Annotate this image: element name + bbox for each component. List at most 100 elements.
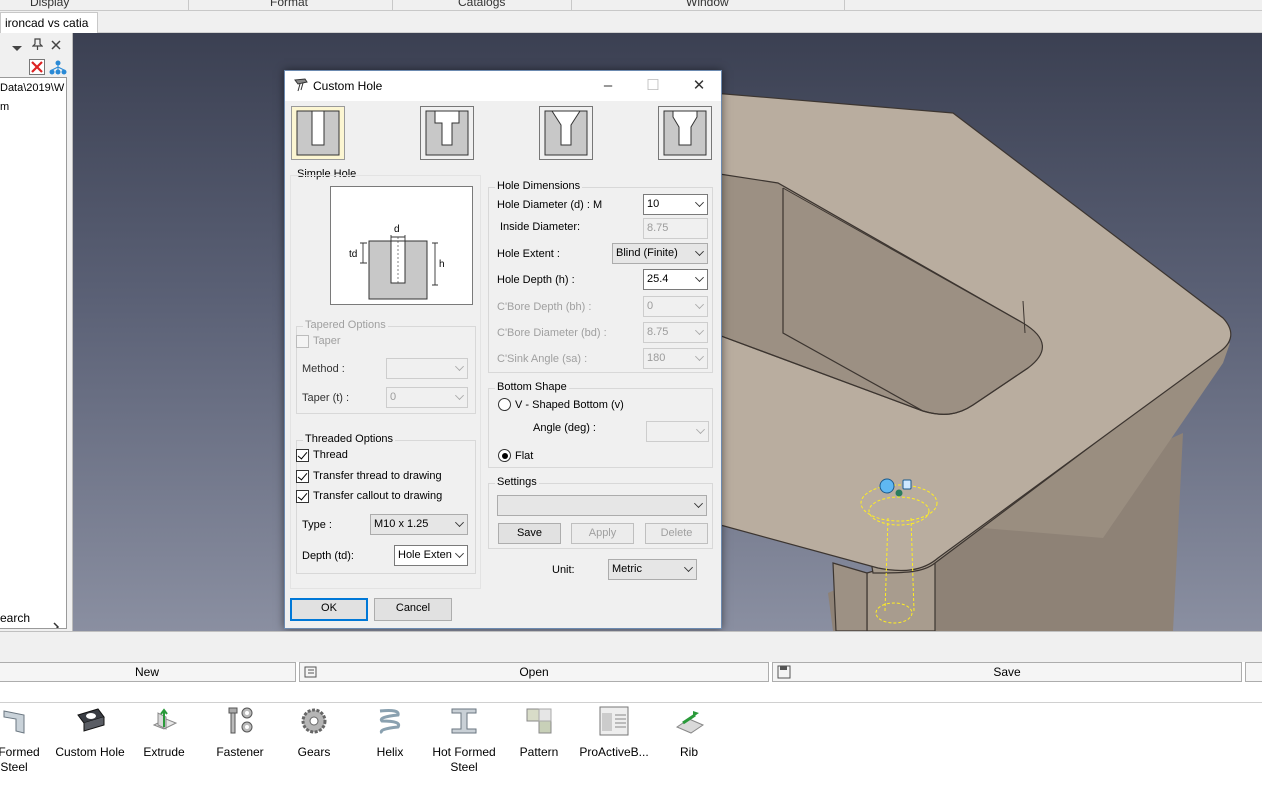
countersink-hole-button[interactable] <box>539 106 593 160</box>
inside-diameter-field: 8.75 <box>643 218 708 239</box>
catalog-item-proactive[interactable]: ProActiveB... <box>576 705 652 760</box>
taper-checkbox[interactable] <box>296 335 309 348</box>
unit-label: Unit: <box>552 564 575 576</box>
settings-delete-button[interactable]: Delete <box>645 523 708 544</box>
thread-type-select[interactable]: M10 x 1.25 <box>370 514 468 535</box>
scene-tree[interactable]: Data\2019\W m <box>0 77 67 629</box>
gears-icon <box>298 705 330 737</box>
dialog-title-bar[interactable]: Custom Hole – ☐ ✕ <box>285 71 721 101</box>
taper-t-select[interactable]: 0 <box>386 387 468 408</box>
v-shaped-bottom-radio[interactable] <box>498 398 511 411</box>
thread-depth-label: Depth (td): <box>302 550 354 562</box>
menu-window[interactable]: Window <box>686 0 729 9</box>
catalog-save-button[interactable]: Save <box>772 662 1242 682</box>
method-select[interactable] <box>386 358 468 379</box>
catalog-browser: d Formed Steel Custom Hole Extrude Faste… <box>0 702 1262 793</box>
minimize-icon[interactable]: – <box>593 75 623 97</box>
transfer-callout-label: Transfer callout to drawing <box>313 490 443 502</box>
threaded-options-label: Threaded Options <box>303 433 396 445</box>
hole-dimensions-label: Hole Dimensions <box>495 180 583 192</box>
pin-icon[interactable] <box>31 38 44 53</box>
anchor-handle-icon[interactable] <box>895 489 903 497</box>
settings-select[interactable] <box>497 495 707 516</box>
menu-catalogs[interactable]: Catalogs <box>458 0 505 9</box>
method-label: Method : <box>302 363 345 375</box>
proactive-icon <box>598 705 630 737</box>
inside-diameter-label: Inside Diameter: <box>500 221 581 233</box>
cbore-diameter-select[interactable]: 8.75 <box>643 322 708 343</box>
save-catalog-icon <box>777 665 791 684</box>
cold-formed-steel-icon <box>0 705 30 737</box>
panel-splitter[interactable] <box>0 631 1262 663</box>
settings-apply-button[interactable]: Apply <box>571 523 634 544</box>
settings-label: Settings <box>495 476 539 488</box>
unit-select[interactable]: Metric <box>608 559 697 580</box>
diagram-td-label: td <box>349 249 357 260</box>
catalog-item-helix[interactable]: Helix <box>352 705 428 760</box>
hole-diameter-select[interactable]: 10 <box>643 194 708 215</box>
menu-bar: Display Format Catalogs Window <box>0 0 1262 11</box>
extrude-icon <box>148 705 180 737</box>
drag-handle-icon[interactable] <box>879 478 895 494</box>
catalog-new-button[interactable]: New <box>0 662 296 682</box>
catalog-item-fastener[interactable]: Fastener <box>202 705 278 760</box>
cbore-depth-select[interactable]: 0 <box>643 296 708 317</box>
catalog-item-custom-hole[interactable]: Custom Hole <box>52 705 128 760</box>
custom-hole-dialog-icon <box>293 78 309 95</box>
catalog-open-button[interactable]: Open <box>299 662 769 682</box>
tree-item[interactable]: Data\2019\W <box>0 82 64 94</box>
scroll-right-icon[interactable] <box>52 622 60 628</box>
document-tab-strip: ironcad vs catia <box>0 11 1262 33</box>
menu-format[interactable]: Format <box>270 0 308 9</box>
dropdown-arrow-icon[interactable] <box>12 41 22 51</box>
transfer-callout-checkbox[interactable] <box>296 490 309 503</box>
hole-depth-select[interactable]: 25.4 <box>643 269 708 290</box>
flat-bottom-label: Flat <box>515 450 534 462</box>
thread-checkbox[interactable] <box>296 449 309 462</box>
counterdrill-hole-icon <box>663 110 707 156</box>
close-panel-icon[interactable] <box>51 39 61 53</box>
transfer-thread-checkbox[interactable] <box>296 470 309 483</box>
document-tab[interactable]: ironcad vs catia <box>0 12 98 33</box>
lock-icon[interactable] <box>902 479 912 490</box>
scene-browser-panel: Data\2019\W m earch <box>0 33 73 631</box>
diagram-h-label: h <box>439 259 445 270</box>
helix-icon <box>374 705 406 737</box>
hot-formed-steel-icon <box>448 705 480 737</box>
diagram-d-label: d <box>394 224 400 235</box>
hole-diagram: d td h <box>330 186 473 305</box>
catalog-item-pattern[interactable]: Pattern <box>501 705 577 760</box>
rib-icon <box>673 705 705 737</box>
counterbore-hole-button[interactable] <box>420 106 474 160</box>
catalog-item-hot-formed-steel[interactable]: Hot Formed Steel <box>426 705 502 775</box>
csink-angle-select[interactable]: 180 <box>643 348 708 369</box>
delete-icon[interactable] <box>29 59 45 75</box>
maximize-icon[interactable]: ☐ <box>638 75 668 97</box>
flat-bottom-radio[interactable] <box>498 449 511 462</box>
bottom-angle-select[interactable] <box>646 421 709 442</box>
ok-button[interactable]: OK <box>290 598 368 621</box>
counterdrill-hole-button[interactable] <box>658 106 712 160</box>
hole-diameter-label: Hole Diameter (d) : M <box>497 199 603 211</box>
countersink-hole-icon <box>544 110 588 156</box>
simple-hole-button[interactable] <box>291 106 345 160</box>
tree-item[interactable]: m <box>0 101 9 113</box>
menu-display[interactable]: Display <box>30 0 69 9</box>
catalog-extra-button[interactable] <box>1245 662 1262 682</box>
thread-depth-select[interactable]: Hole Exten <box>394 545 468 566</box>
settings-save-button[interactable]: Save <box>498 523 561 544</box>
catalog-item-rib[interactable]: Rib <box>651 705 727 760</box>
open-catalog-icon <box>304 665 318 684</box>
cancel-button[interactable]: Cancel <box>374 598 452 621</box>
csink-angle-label: C'Sink Angle (sa) : <box>497 353 588 365</box>
close-icon[interactable]: ✕ <box>684 75 714 97</box>
hole-extent-select[interactable]: Blind (Finite) <box>612 243 708 264</box>
cbore-depth-label: C'Bore Depth (bh) : <box>497 301 592 313</box>
catalog-item-cold-formed-steel[interactable]: d Formed Steel <box>0 705 52 775</box>
catalog-item-extrude[interactable]: Extrude <box>126 705 202 760</box>
thread-type-label: Type : <box>302 519 332 531</box>
simple-hole-icon <box>296 110 340 156</box>
v-shaped-bottom-label: V - Shaped Bottom (v) <box>515 399 624 411</box>
search-tab[interactable]: earch <box>0 611 30 625</box>
catalog-item-gears[interactable]: Gears <box>276 705 352 760</box>
